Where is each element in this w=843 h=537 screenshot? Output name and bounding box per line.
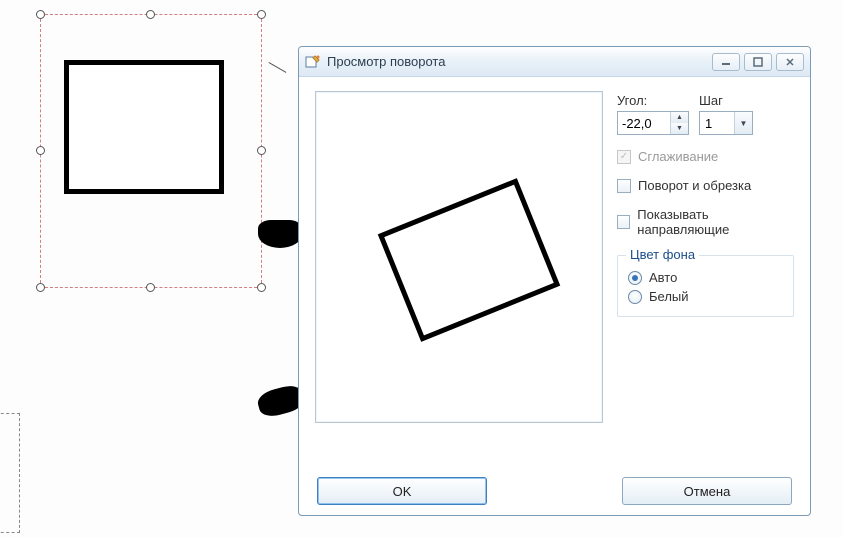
cancel-button[interactable]: Отмена bbox=[622, 477, 792, 505]
dialog-title: Просмотр поворота bbox=[327, 54, 445, 69]
rotate-crop-label: Поворот и обрезка bbox=[638, 178, 751, 193]
app-icon bbox=[305, 54, 321, 70]
resize-handle-se[interactable] bbox=[257, 283, 266, 292]
background-color-group: Цвет фона Авто Белый bbox=[617, 255, 794, 317]
resize-handle-s[interactable] bbox=[146, 283, 155, 292]
chevron-down-icon[interactable]: ▼ bbox=[734, 112, 752, 134]
resize-handle-n[interactable] bbox=[146, 10, 155, 19]
spin-down-icon[interactable]: ▼ bbox=[671, 123, 688, 134]
radio-icon[interactable] bbox=[628, 271, 642, 285]
rotate-crop-checkbox-row[interactable]: Поворот и обрезка bbox=[617, 178, 794, 193]
bgcolor-auto-label: Авто bbox=[649, 270, 677, 285]
close-button[interactable] bbox=[776, 53, 804, 71]
maximize-button[interactable] bbox=[744, 53, 772, 71]
rotation-preview bbox=[315, 91, 603, 423]
smoothing-checkbox-row: ✓ Сглаживание bbox=[617, 149, 794, 164]
step-value: 1 bbox=[700, 112, 734, 134]
bgcolor-white-label: Белый bbox=[649, 289, 689, 304]
bgcolor-legend: Цвет фона bbox=[626, 247, 699, 262]
angle-input[interactable] bbox=[618, 112, 670, 134]
background-brush-mark bbox=[258, 220, 302, 248]
checkbox-icon: ✓ bbox=[617, 150, 631, 164]
radio-icon[interactable] bbox=[628, 290, 642, 304]
show-guides-label: Показывать направляющие bbox=[637, 207, 794, 237]
ok-button[interactable]: OK bbox=[317, 477, 487, 505]
bgcolor-auto-radio[interactable]: Авто bbox=[628, 270, 783, 285]
selection-tail bbox=[259, 62, 286, 89]
resize-handle-ne[interactable] bbox=[257, 10, 266, 19]
preview-rectangle bbox=[378, 178, 561, 342]
angle-spinner[interactable]: ▲ ▼ bbox=[617, 111, 689, 135]
secondary-selection[interactable] bbox=[0, 413, 20, 533]
angle-label: Угол: bbox=[617, 93, 689, 108]
smoothing-label: Сглаживание bbox=[638, 149, 718, 164]
show-guides-checkbox-row[interactable]: Показывать направляющие bbox=[617, 207, 794, 237]
rotate-preview-dialog: Просмотр поворота Угол: bbox=[298, 46, 811, 516]
step-select[interactable]: 1 ▼ bbox=[699, 111, 753, 135]
checkbox-icon[interactable] bbox=[617, 179, 631, 193]
checkbox-icon[interactable] bbox=[617, 215, 630, 229]
canvas-rectangle bbox=[64, 60, 224, 194]
minimize-button[interactable] bbox=[712, 53, 740, 71]
resize-handle-w[interactable] bbox=[36, 146, 45, 155]
resize-handle-sw[interactable] bbox=[36, 283, 45, 292]
resize-handle-e[interactable] bbox=[257, 146, 266, 155]
bgcolor-white-radio[interactable]: Белый bbox=[628, 289, 783, 304]
spin-up-icon[interactable]: ▲ bbox=[671, 112, 688, 123]
resize-handle-nw[interactable] bbox=[36, 10, 45, 19]
dialog-titlebar[interactable]: Просмотр поворота bbox=[299, 47, 810, 77]
step-label: Шаг bbox=[699, 93, 753, 108]
